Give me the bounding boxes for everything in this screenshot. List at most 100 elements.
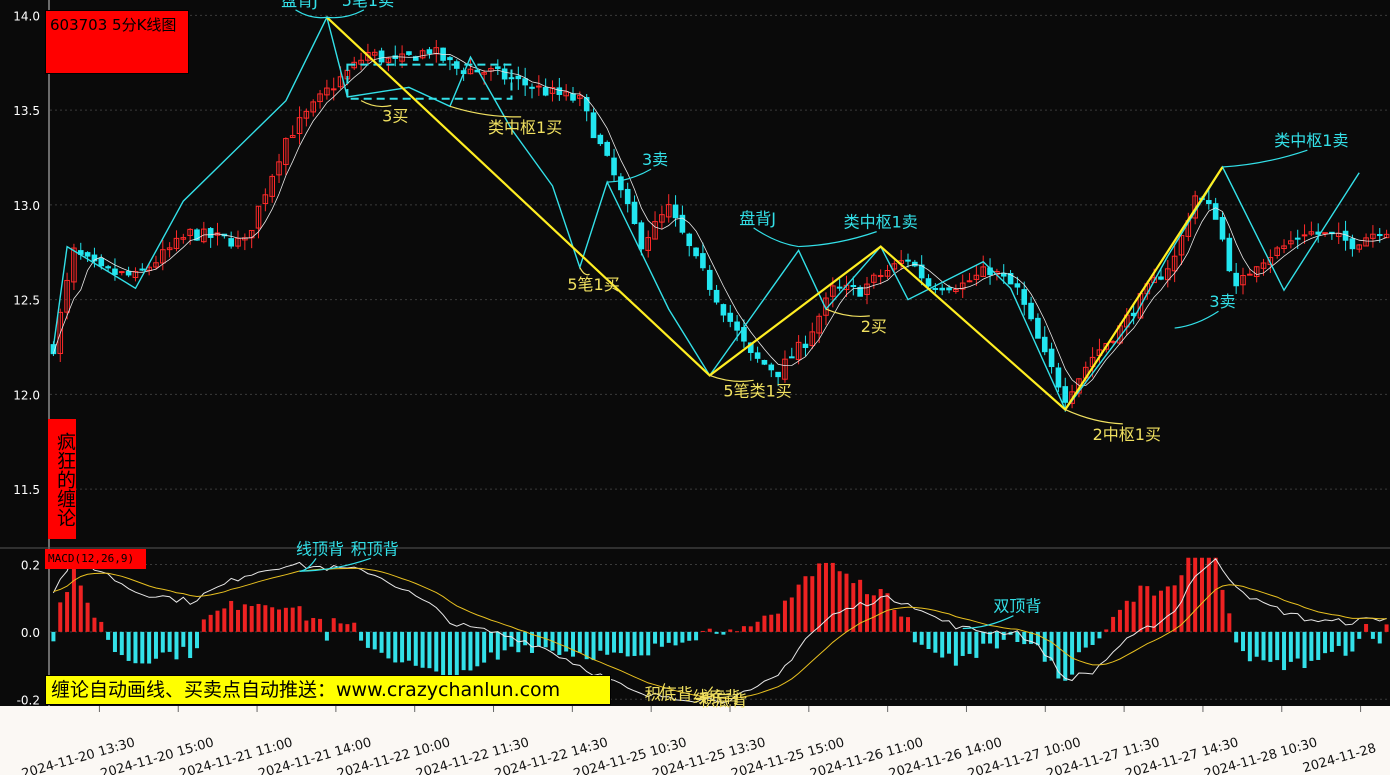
macd-bar [919,631,924,645]
macd-bar [140,631,145,664]
macd-tick-label: 0.0 [21,626,40,640]
candle-body [1014,283,1021,288]
macd-bar [1213,557,1218,632]
macd-bar [1165,586,1170,632]
chart-background [0,0,1390,775]
candle-body [1349,238,1356,250]
candle-body [1294,237,1301,240]
macd-bar [160,631,165,653]
candle-body [1376,234,1383,237]
candle-body [1110,340,1116,343]
macd-bar [605,631,610,655]
macd-bar [680,631,685,643]
macd-bar [345,624,350,632]
macd-bar [133,631,138,664]
macd-bar [912,631,917,643]
macd-bar [577,631,582,653]
candle-body [118,271,125,274]
macd-bar [1241,631,1246,652]
macd-bar [830,562,835,632]
macd-bar [147,631,152,664]
macd-bar [844,573,849,632]
macd-bar [475,631,480,667]
macd-bar [571,631,576,657]
macd-bar [1350,631,1355,652]
signal-label: 类中枢1买 [488,118,562,137]
macd-bar [242,604,247,632]
candle-body [1055,367,1062,388]
macd-bar [762,615,767,632]
macd-bar [1097,631,1102,639]
candle-body [536,85,542,88]
macd-bar [1145,586,1150,632]
candle-body [330,88,337,91]
macd-bar [735,631,740,633]
macd-bar [311,617,316,632]
macd-bar [420,631,425,668]
macd-bar [386,631,391,659]
candle-body [734,321,740,331]
macd-bar [1384,624,1389,632]
candle-body [754,352,761,359]
macd-bar [270,607,275,632]
candle-body [1233,272,1239,287]
candle-body [590,112,597,139]
signal-label: 类中枢1卖 [844,213,918,232]
macd-bar [222,608,227,632]
macd-bar [994,631,999,649]
signal-label: 5笔1卖 [342,0,394,10]
macd-bar [926,631,931,650]
candle-body [802,343,809,349]
candle-body [426,49,433,54]
macd-bar [953,631,958,666]
candle-body [850,285,857,288]
macd-bar [817,563,822,632]
macd-signal-label: 线底背 [693,688,741,707]
macd-bar [331,618,336,632]
macd-bar [837,571,842,632]
macd-bar [721,631,726,635]
candle-body [775,371,781,378]
candle-body [966,280,973,283]
candle-body [1048,348,1055,368]
macd-bar [468,631,473,671]
macd-bar [263,605,268,632]
macd-bar [653,631,658,644]
candle-body [727,312,734,322]
candle-body [105,266,111,269]
macd-bar [1364,624,1369,632]
macd-bar [352,622,357,632]
macd-bar [509,631,514,647]
candle-body [638,222,645,250]
macd-bar [694,631,699,641]
macd-bar [974,631,979,658]
signal-label: 盘背J [281,0,318,10]
macd-bar [1316,631,1321,660]
macd-bar [65,592,70,632]
macd-bar [796,584,801,632]
candle-body [604,141,610,156]
candle-body [583,97,590,112]
macd-bar [1220,589,1225,632]
kline-chart: 14.0 13.5 13.0 12.5 12.0 11.5 0.2 0.0 -0.2 盘背J 5笔1… [0,0,1390,775]
signal-label: 3卖 [642,150,668,169]
candle-body [112,268,118,275]
candle-body [631,201,638,225]
candle-body [125,271,132,276]
macd-bar [871,595,876,632]
candle-body [1021,289,1028,305]
macd-bar [1124,600,1129,632]
candle-body [378,50,385,63]
macd-bar [1282,631,1287,671]
macd-bar [864,594,869,632]
macd-bar [1076,631,1081,653]
candle-body [1226,237,1233,272]
macd-bar [324,631,329,641]
macd-bar [229,600,234,632]
macd-bar [51,631,56,642]
macd-bar [1302,631,1307,669]
candle-body [84,252,91,257]
macd-bar [789,597,794,632]
macd-bar [632,631,637,656]
candle-body [98,258,105,267]
